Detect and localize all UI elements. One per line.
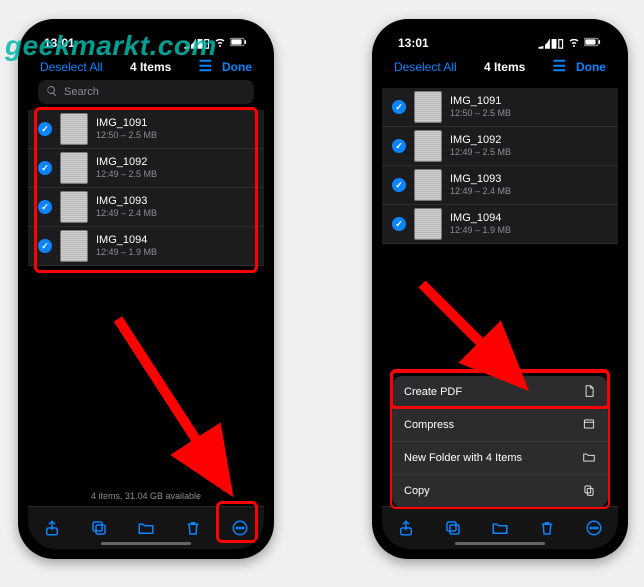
storage-info: 4 items, 31.04 GB available — [28, 491, 264, 501]
file-thumbnail — [60, 191, 88, 223]
menu-label: Create PDF — [404, 386, 462, 398]
file-row[interactable]: ✓ IMG_1093 12:49 – 2.4 MB — [28, 188, 264, 227]
nav-title: 4 Items — [484, 60, 525, 74]
file-name: IMG_1091 — [96, 117, 157, 130]
menu-compress[interactable]: Compress — [392, 409, 608, 442]
copy-icon — [582, 483, 596, 500]
check-icon[interactable]: ✓ — [392, 139, 406, 153]
delete-button[interactable] — [182, 517, 204, 539]
context-menu: Create PDF Compress New Folder with 4 It… — [392, 376, 608, 507]
delete-button[interactable] — [536, 517, 558, 539]
more-button[interactable] — [229, 517, 251, 539]
file-name: IMG_1092 — [450, 134, 511, 147]
file-meta: 12:49 – 1.9 MB — [450, 225, 511, 236]
check-icon[interactable]: ✓ — [392, 178, 406, 192]
status-time: 13:01 — [398, 36, 429, 50]
check-icon[interactable]: ✓ — [38, 239, 52, 253]
done-button[interactable]: Done — [576, 60, 606, 74]
file-meta: 12:50 – 2.5 MB — [450, 108, 511, 119]
notch — [450, 29, 550, 47]
file-thumbnail — [60, 113, 88, 145]
watermark-text: geekmarkt.com — [5, 30, 217, 62]
view-mode-icon[interactable]: ☰ — [553, 59, 566, 74]
archive-icon — [582, 417, 596, 434]
move-button[interactable] — [135, 517, 157, 539]
file-name: IMG_1093 — [96, 195, 157, 208]
menu-create-pdf[interactable]: Create PDF — [392, 376, 608, 409]
file-thumbnail — [414, 208, 442, 240]
search-icon — [46, 85, 58, 100]
file-meta: 12:49 – 2.5 MB — [96, 169, 157, 180]
file-list: ✓ IMG_1091 12:50 – 2.5 MB ✓ IMG_1092 12:… — [28, 110, 264, 266]
file-meta: 12:49 – 2.4 MB — [450, 186, 511, 197]
file-row[interactable]: ✓ IMG_1094 12:49 – 1.9 MB — [28, 227, 264, 266]
nav-bar: Deselect All 4 Items ☰ Done — [382, 57, 618, 80]
file-row[interactable]: ✓ IMG_1092 12:49 – 2.5 MB — [28, 149, 264, 188]
battery-icon — [230, 36, 248, 50]
home-indicator — [455, 542, 545, 545]
menu-label: New Folder with 4 Items — [404, 452, 522, 464]
menu-label: Copy — [404, 485, 430, 497]
file-meta: 12:49 – 2.5 MB — [450, 147, 511, 158]
file-thumbnail — [60, 152, 88, 184]
battery-icon — [584, 36, 602, 50]
search-placeholder: Search — [64, 86, 99, 98]
file-name: IMG_1092 — [96, 156, 157, 169]
phone-frame-left: 13:01 ▮▮▮▯ Deselect All 4 Items ☰ Done — [18, 19, 274, 559]
screen-left: 13:01 ▮▮▮▯ Deselect All 4 Items ☰ Done — [28, 29, 264, 549]
file-name: IMG_1094 — [96, 234, 157, 247]
arrow-annotation — [108, 309, 248, 509]
file-thumbnail — [414, 169, 442, 201]
phone-frame-right: 13:01 ▮▮▮▯ Deselect All 4 Items ☰ Done — [372, 19, 628, 559]
share-button[interactable] — [41, 517, 63, 539]
move-button[interactable] — [489, 517, 511, 539]
file-name: IMG_1091 — [450, 95, 511, 108]
document-icon — [582, 384, 596, 401]
file-thumbnail — [414, 130, 442, 162]
menu-label: Compress — [404, 419, 454, 431]
duplicate-button[interactable] — [442, 517, 464, 539]
check-icon[interactable]: ✓ — [38, 161, 52, 175]
file-name: IMG_1094 — [450, 212, 511, 225]
file-name: IMG_1093 — [450, 173, 511, 186]
file-row[interactable]: ✓ IMG_1094 12:49 – 1.9 MB — [382, 205, 618, 244]
check-icon[interactable]: ✓ — [38, 200, 52, 214]
menu-copy[interactable]: Copy — [392, 475, 608, 507]
file-meta: 12:49 – 1.9 MB — [96, 247, 157, 258]
file-thumbnail — [60, 230, 88, 262]
check-icon[interactable]: ✓ — [392, 100, 406, 114]
check-icon[interactable]: ✓ — [38, 122, 52, 136]
done-button[interactable]: Done — [222, 60, 252, 74]
file-thumbnail — [414, 91, 442, 123]
file-row[interactable]: ✓ IMG_1092 12:49 – 2.5 MB — [382, 127, 618, 166]
file-row[interactable]: ✓ IMG_1091 12:50 – 2.5 MB — [382, 88, 618, 127]
more-button[interactable] — [583, 517, 605, 539]
file-row[interactable]: ✓ IMG_1093 12:49 – 2.4 MB — [382, 166, 618, 205]
file-row[interactable]: ✓ IMG_1091 12:50 – 2.5 MB — [28, 110, 264, 149]
file-meta: 12:49 – 2.4 MB — [96, 208, 157, 219]
home-indicator — [101, 542, 191, 545]
duplicate-button[interactable] — [88, 517, 110, 539]
search-input[interactable]: Search — [38, 80, 254, 104]
wifi-icon — [568, 36, 580, 51]
share-button[interactable] — [395, 517, 417, 539]
screen-right: 13:01 ▮▮▮▯ Deselect All 4 Items ☰ Done — [382, 29, 618, 549]
menu-new-folder[interactable]: New Folder with 4 Items — [392, 442, 608, 475]
check-icon[interactable]: ✓ — [392, 217, 406, 231]
file-meta: 12:50 – 2.5 MB — [96, 130, 157, 141]
file-list: ✓ IMG_1091 12:50 – 2.5 MB ✓ IMG_1092 12:… — [382, 88, 618, 244]
folder-icon — [582, 450, 596, 467]
deselect-all-button[interactable]: Deselect All — [394, 60, 457, 74]
